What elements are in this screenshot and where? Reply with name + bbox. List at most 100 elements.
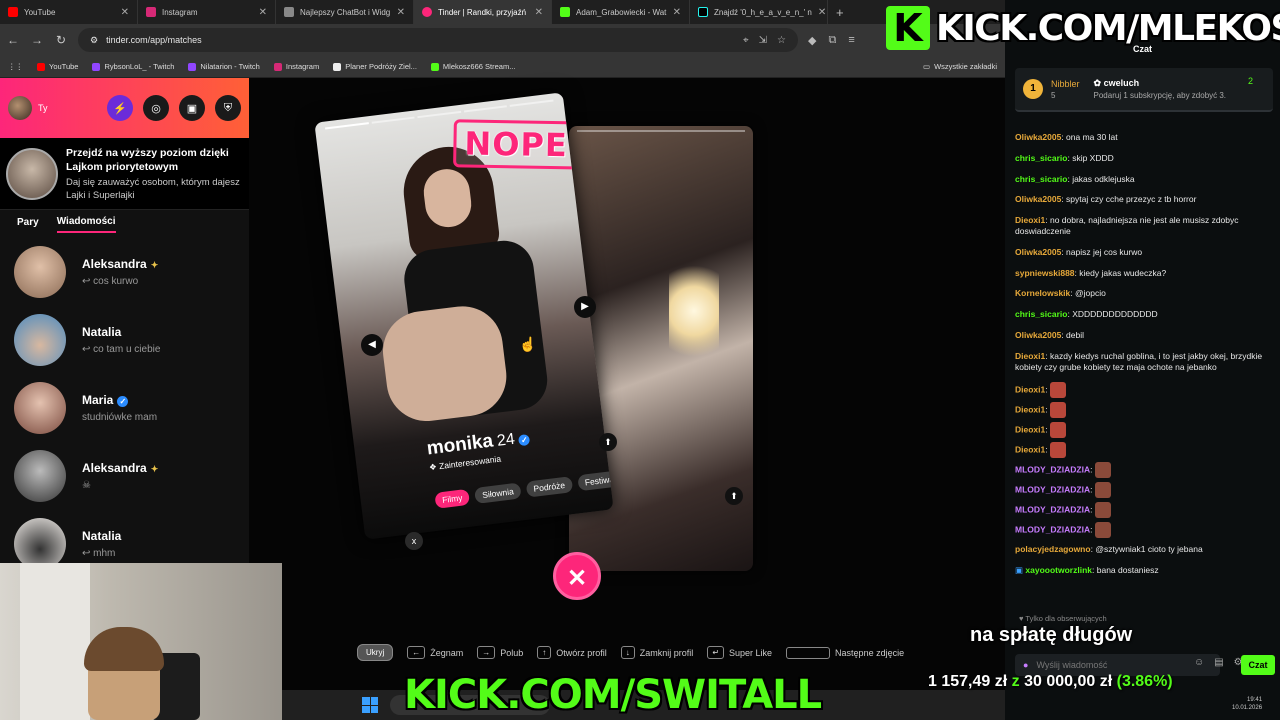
profile-label[interactable]: Ty [38, 103, 48, 113]
chat-message: polacyjedzagowno: @sztywniak1 cioto ty j… [1015, 544, 1203, 555]
explore-icon[interactable]: ◎ [143, 95, 169, 121]
gold-badge-icon: ✦ [150, 464, 159, 474]
emoji-icon[interactable]: ☺ [1194, 657, 1204, 668]
boost-icon[interactable]: ⚡ [107, 95, 133, 121]
conversation-item[interactable]: Natalia ↩ co tam u ciebie [0, 306, 249, 374]
tab-tiktok[interactable]: Znajdź '0_h_e_a_v_e_n_' n ✕ [690, 0, 828, 24]
windows-start-icon[interactable] [362, 697, 378, 713]
bookmark-star-icon[interactable]: ☆ [777, 35, 786, 46]
name-text: Aleksandra [82, 461, 147, 475]
chat-username[interactable]: MLODY_DZIADZIA [1015, 505, 1090, 515]
send-chat-button[interactable]: Czat [1241, 655, 1275, 675]
pinned-user: Nibbler [1051, 78, 1080, 89]
reload-icon[interactable]: ↻ [54, 33, 68, 47]
store-icon[interactable]: ▤ [1214, 657, 1223, 668]
chat-username[interactable]: Dieoxi1 [1015, 425, 1045, 435]
chat-username[interactable]: Dieoxi1 [1015, 385, 1045, 395]
close-mini-button[interactable]: x [405, 532, 423, 550]
keyboard-shortcuts: Ukryj ← Żegnam → Polub ↑ Otwórz profil ↓ Zam… [357, 644, 904, 661]
close-tab-icon[interactable]: ✕ [121, 7, 129, 18]
chat-username[interactable]: Oliwka2005 [1015, 194, 1061, 204]
chat-message: MLODY_DZIADZIA: [1015, 482, 1273, 499]
nope-button[interactable]: ✕ [553, 552, 601, 600]
site-info-icon[interactable]: ⚙ [90, 35, 98, 46]
chat-username[interactable]: chris_sicario [1015, 153, 1067, 163]
promo-avatar [6, 147, 58, 200]
close-tab-icon[interactable]: ✕ [397, 7, 405, 18]
chat-username[interactable]: Dieoxi1 [1015, 215, 1045, 225]
puzzle-icon[interactable]: ⧉ [828, 34, 836, 47]
bookmark-instagram[interactable]: Instagram [273, 62, 319, 71]
chat-username[interactable]: Oliwka2005 [1015, 247, 1061, 257]
priority-likes-promo[interactable]: Przejdź na wyższy poziom dzięki Lajkom p… [0, 138, 249, 210]
chat-message: sypniewski888: kiedy jakas wudeczka? [1015, 267, 1167, 278]
chat-username[interactable]: Kornelowskik [1015, 288, 1070, 298]
bookmark-nilatarion[interactable]: Nilatarion - Twitch [188, 62, 260, 71]
chat-username[interactable]: Dieoxi1 [1015, 405, 1045, 415]
pinned-gift-banner[interactable]: 1 Nibbler 5 ✿ cweluch Podaruj 1 subskryp… [1015, 68, 1273, 112]
chat-text: XDDDDDDDDDDDDD [1072, 309, 1158, 320]
conversation-item[interactable]: Maria ✓ studniówke mam [0, 374, 249, 442]
chat-username[interactable]: chris_sicario [1015, 174, 1067, 184]
avatar[interactable] [8, 96, 32, 120]
shortcut-label: Polub [500, 647, 524, 658]
install-icon[interactable]: ⇲ [759, 35, 767, 46]
chat-username[interactable]: xayoootworzlink [1025, 565, 1092, 575]
tab-kick[interactable]: Adam_Grabowiecki - Wat ✕ [552, 0, 690, 24]
bookmark-mlekosz[interactable]: Mlekosz666 Stream... [430, 62, 515, 71]
shield-icon[interactable]: ⛨ [215, 95, 241, 121]
chat-message: chris_sicario: skip XDDD [1015, 152, 1114, 163]
chat-username[interactable]: Oliwka2005 [1015, 132, 1061, 142]
media-icon[interactable]: ≡ [848, 34, 854, 47]
tab-tinder[interactable]: Tinder | Randki, przyjaźń ✕ [414, 0, 552, 24]
conversation-preview: ↩ co tam u ciebie [82, 344, 161, 355]
shortcut-label: Zamknij profil [639, 647, 694, 658]
next-photo-icon[interactable]: ▶ [574, 296, 596, 318]
chat-username[interactable]: Dieoxi1 [1015, 351, 1045, 361]
tab-instagram[interactable]: Instagram ✕ [138, 0, 276, 24]
shortcut-super-like: ↵ Super Like [707, 646, 772, 659]
previous-photo-icon[interactable]: ◀ [361, 334, 383, 356]
shortcut-hide[interactable]: Ukryj [357, 644, 394, 661]
all-bookmarks[interactable]: ▭ Wszystkie zakładki [923, 62, 997, 71]
chat-username[interactable]: Oliwka2005 [1015, 330, 1061, 340]
interest-chip: Siłownia [474, 482, 522, 504]
kick-logo-icon: K [886, 6, 930, 50]
location-icon[interactable]: ⌖ [743, 35, 749, 46]
open-profile-icon[interactable]: ⬆ [599, 433, 617, 451]
close-tab-icon[interactable]: ✕ [673, 7, 681, 18]
chat-username[interactable]: chris_sicario [1015, 309, 1067, 319]
tab-chatbot[interactable]: Najlepszy ChatBot i Widg ✕ [276, 0, 414, 24]
extension-icon[interactable]: ◆ [808, 34, 816, 47]
phone-flash [669, 256, 719, 366]
tab-messages[interactable]: Wiadomości [56, 216, 116, 233]
shortcut-nope: ← Żegnam [407, 646, 463, 659]
forward-icon[interactable]: → [30, 33, 44, 47]
apps-grid-icon[interactable]: ⋮⋮ [8, 62, 23, 71]
back-icon[interactable]: ← [6, 33, 20, 47]
close-tab-icon[interactable]: ✕ [259, 7, 267, 18]
promo-title: Przejdź na wyższy poziom dzięki Lajkom p… [66, 146, 229, 173]
bookmark-planer[interactable]: Planer Podróży Ziel... [333, 62, 417, 71]
chat-username[interactable]: MLODY_DZIADZIA [1015, 465, 1090, 475]
briefcase-icon[interactable]: ▣ [179, 95, 205, 121]
url-field[interactable]: ⚙ tinder.com/app/matches ⌖ ⇲ ☆ [78, 28, 798, 52]
new-tab-button[interactable]: + [828, 5, 852, 20]
conversation-item[interactable]: Aleksandra ✦ ☠ [0, 442, 249, 510]
tab-pairs[interactable]: Pary [17, 217, 39, 232]
chat-username[interactable]: Dieoxi1 [1015, 445, 1045, 455]
chat-username[interactable]: MLODY_DZIADZIA [1015, 485, 1090, 495]
arrow-up-icon[interactable]: ⬆ [725, 487, 743, 505]
chat-username[interactable]: MLODY_DZIADZIA [1015, 525, 1090, 535]
conversation-item[interactable]: Aleksandra ✦ ↩ cos kurwo [0, 238, 249, 306]
bookmarks-bar: ⋮⋮ YouTube RybsonLoL_ - Twitch Nilatario… [0, 56, 1005, 78]
close-tab-icon[interactable]: ✕ [535, 7, 543, 18]
bookmark-youtube[interactable]: YouTube [37, 62, 78, 71]
chat-username[interactable]: polacyjedzagowno [1015, 544, 1091, 554]
face-emote-icon [1094, 522, 1111, 539]
bookmark-rybson[interactable]: RybsonLoL_ - Twitch [92, 62, 174, 71]
tab-youtube[interactable]: YouTube ✕ [0, 0, 138, 24]
close-tab-icon[interactable]: ✕ [818, 7, 826, 18]
chat-username[interactable]: sypniewski888 [1015, 268, 1075, 278]
profile-card[interactable]: NOPE monika 24 ✓ ❖ Zainteresowania Filmy S… [314, 92, 614, 540]
